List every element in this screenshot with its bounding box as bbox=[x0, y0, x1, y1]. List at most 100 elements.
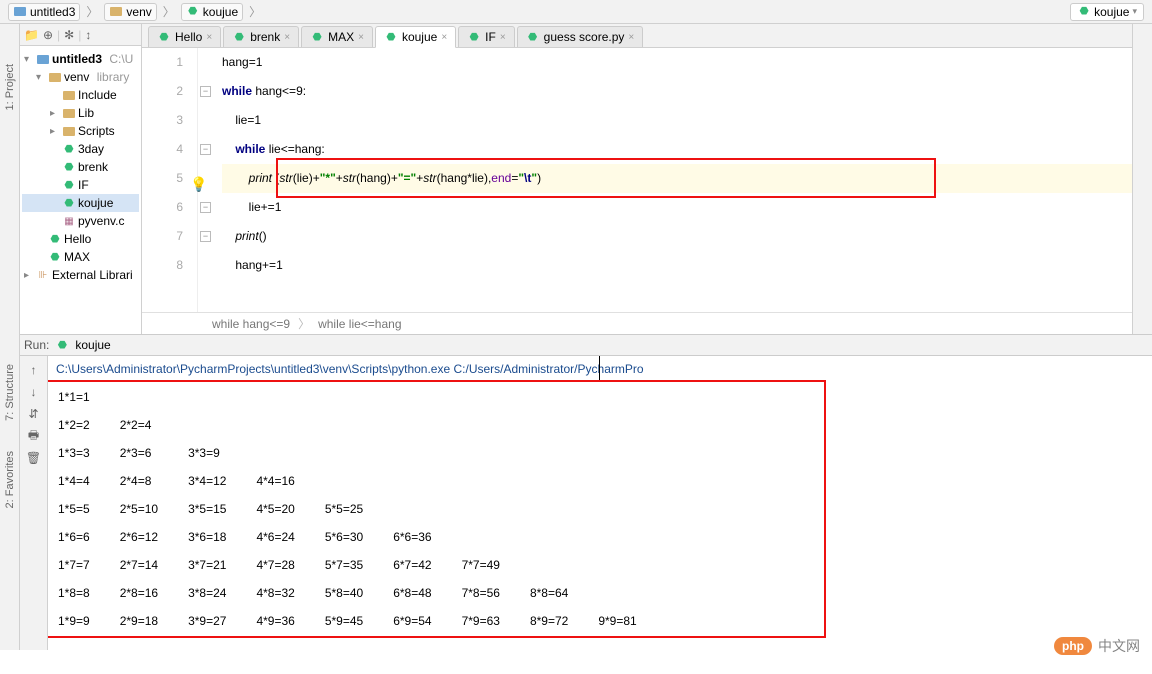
tree-venv[interactable]: ▾venv library bbox=[22, 68, 139, 86]
close-icon[interactable]: × bbox=[358, 32, 364, 43]
close-icon[interactable]: × bbox=[284, 32, 290, 43]
watermark-logo: php bbox=[1054, 637, 1092, 655]
crumb-project[interactable]: untitled3 bbox=[8, 3, 80, 21]
tree-lib[interactable]: ▸Lib bbox=[22, 104, 139, 122]
table-cell: 3*4=12 bbox=[188, 468, 254, 494]
chevron-right-icon: 〉 bbox=[247, 3, 263, 20]
fold-icon[interactable]: − bbox=[200, 231, 211, 242]
gear-icon[interactable]: ✻ bbox=[64, 28, 74, 42]
code-editor[interactable]: 12345678 − − − − hang=1 while hang<=9: l… bbox=[142, 48, 1132, 312]
favorites-tool-tab[interactable]: 2: Favorites bbox=[4, 451, 16, 508]
bulb-icon[interactable]: 💡 bbox=[190, 170, 207, 199]
run-panel: ▶ ■ ‖ ⏏ 📌 ✕ ↑ ↓ ⇵ 🖶 🗑 C:\Users\Administr… bbox=[0, 356, 1152, 650]
table-row: 1*6=62*6=123*6=184*6=245*6=306*6=36 bbox=[58, 524, 665, 550]
close-icon[interactable]: × bbox=[441, 32, 447, 43]
code-lines[interactable]: hang=1 while hang<=9: lie=1 while lie<=h… bbox=[216, 48, 1132, 312]
tree-if[interactable]: ⬣IF bbox=[22, 176, 139, 194]
chevron-right-icon: 〉 bbox=[161, 3, 177, 20]
console-output[interactable]: C:\Users\Administrator\PycharmProjects\u… bbox=[48, 356, 1152, 650]
editor-tab[interactable]: ⬣koujue× bbox=[375, 26, 456, 48]
run-toolbar: ↑ ↓ ⇵ 🖶 🗑 bbox=[20, 356, 48, 650]
text-cursor bbox=[599, 356, 600, 380]
table-cell: 1*2=2 bbox=[58, 412, 118, 438]
editor-tab[interactable]: ⬣guess score.py× bbox=[517, 26, 644, 47]
table-cell: 4*4=16 bbox=[256, 468, 322, 494]
table-row: 1*1=1 bbox=[58, 384, 665, 410]
project-tool-tab[interactable]: 1: Project bbox=[4, 64, 16, 110]
tree-include[interactable]: Include bbox=[22, 86, 139, 104]
print-button[interactable]: 🖶 bbox=[26, 428, 42, 444]
trash-button[interactable]: 🗑 bbox=[26, 450, 42, 466]
editor-tab[interactable]: ⬣Hello× bbox=[148, 26, 221, 47]
tree-pyvenv[interactable]: ▦pyvenv.c bbox=[22, 212, 139, 230]
table-cell: 4*5=20 bbox=[256, 496, 322, 522]
table-cell: 3*5=15 bbox=[188, 496, 254, 522]
table-cell: 5*7=35 bbox=[325, 552, 391, 578]
crumb-file[interactable]: ⬣koujue bbox=[181, 3, 243, 21]
table-cell: 3*9=27 bbox=[188, 608, 254, 634]
fold-icon[interactable]: − bbox=[200, 86, 211, 97]
target-icon[interactable]: ⊕ bbox=[43, 28, 53, 42]
table-cell: 2*6=12 bbox=[120, 524, 186, 550]
editor-tab[interactable]: ⬣IF× bbox=[458, 26, 515, 47]
tree-hello[interactable]: ⬣Hello bbox=[22, 230, 139, 248]
python-icon: ⬣ bbox=[55, 338, 69, 352]
table-row: 1*4=42*4=83*4=124*4=16 bbox=[58, 468, 665, 494]
bottom-tool-strip: 7: Structure 2: Favorites bbox=[0, 334, 20, 650]
watermark-text: 中文网 bbox=[1098, 636, 1140, 656]
tree-brenk[interactable]: ⬣brenk bbox=[22, 158, 139, 176]
table-cell: 1*8=8 bbox=[58, 580, 118, 606]
left-tool-strip: 1: Project bbox=[0, 24, 20, 334]
table-cell: 3*6=18 bbox=[188, 524, 254, 550]
run-config-selector[interactable]: ⬣koujue▾ bbox=[1070, 3, 1144, 21]
table-row: 1*8=82*8=163*8=244*8=325*8=406*8=487*8=5… bbox=[58, 580, 665, 606]
table-row: 1*2=22*2=4 bbox=[58, 412, 665, 438]
table-cell: 4*8=32 bbox=[256, 580, 322, 606]
python-icon: ⬣ bbox=[467, 30, 481, 44]
wrap-button[interactable]: ⇵ bbox=[26, 406, 42, 422]
python-icon: ⬣ bbox=[384, 30, 398, 44]
breadcrumb: untitled3 〉 venv 〉 ⬣koujue 〉 bbox=[8, 3, 263, 21]
fold-icon[interactable]: − bbox=[200, 202, 211, 213]
fold-icon[interactable]: − bbox=[200, 144, 211, 155]
tree-scripts[interactable]: ▸Scripts bbox=[22, 122, 139, 140]
close-icon[interactable]: × bbox=[206, 32, 212, 43]
table-cell: 6*6=36 bbox=[393, 524, 459, 550]
collapse-icon[interactable]: ↕ bbox=[85, 28, 91, 42]
structure-tool-tab[interactable]: 7: Structure bbox=[4, 364, 16, 421]
folder-icon[interactable]: 📁 bbox=[24, 28, 39, 42]
table-cell: 5*8=40 bbox=[325, 580, 391, 606]
editor-tabs: ⬣Hello×⬣brenk×⬣MAX×⬣koujue×⬣IF×⬣guess sc… bbox=[142, 24, 1132, 48]
table-cell: 4*9=36 bbox=[256, 608, 322, 634]
python-icon: ⬣ bbox=[310, 30, 324, 44]
tree-root[interactable]: ▾untitled3 C:\U bbox=[22, 50, 139, 68]
table-cell: 7*9=63 bbox=[462, 608, 528, 634]
editor-tab[interactable]: ⬣brenk× bbox=[223, 26, 299, 47]
python-icon: ⬣ bbox=[526, 30, 540, 44]
table-row: 1*3=32*3=63*3=9 bbox=[58, 440, 665, 466]
table-cell: 3*7=21 bbox=[188, 552, 254, 578]
close-icon[interactable]: × bbox=[628, 32, 634, 43]
table-cell: 1*4=4 bbox=[58, 468, 118, 494]
table-cell: 1*6=6 bbox=[58, 524, 118, 550]
down-button[interactable]: ↓ bbox=[26, 384, 42, 400]
table-cell: 2*7=14 bbox=[120, 552, 186, 578]
table-cell: 8*9=72 bbox=[530, 608, 596, 634]
tree-external[interactable]: ▸⊪External Librari bbox=[22, 266, 139, 284]
tree-max[interactable]: ⬣MAX bbox=[22, 248, 139, 266]
console-path: C:\Users\Administrator\PycharmProjects\u… bbox=[56, 362, 1148, 376]
tree-3day[interactable]: ⬣3day bbox=[22, 140, 139, 158]
tree-koujue[interactable]: ⬣koujue bbox=[22, 194, 139, 212]
table-cell: 6*7=42 bbox=[393, 552, 459, 578]
table-cell: 6*9=54 bbox=[393, 608, 459, 634]
editor-tab[interactable]: ⬣MAX× bbox=[301, 26, 373, 47]
crumb-venv[interactable]: venv bbox=[104, 3, 156, 21]
close-icon[interactable]: × bbox=[500, 32, 506, 43]
up-button[interactable]: ↑ bbox=[26, 362, 42, 378]
right-tool-strip bbox=[1132, 24, 1152, 334]
table-cell: 1*5=5 bbox=[58, 496, 118, 522]
project-tree[interactable]: ▾untitled3 C:\U ▾venv library Include ▸L… bbox=[20, 46, 141, 288]
breadcrumb-bar: untitled3 〉 venv 〉 ⬣koujue 〉 ⬣koujue▾ bbox=[0, 0, 1152, 24]
table-cell: 5*6=30 bbox=[325, 524, 391, 550]
chevron-right-icon: 〉 bbox=[84, 3, 100, 20]
